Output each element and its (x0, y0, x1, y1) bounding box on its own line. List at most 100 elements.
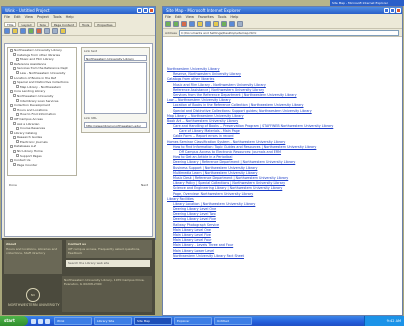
menu-view[interactable]: View (186, 14, 194, 20)
menu-tools[interactable]: Tools (218, 14, 227, 20)
close-icon[interactable] (396, 8, 401, 13)
wink-titlebar[interactable]: Wink - Untitled Project (2, 7, 155, 14)
expand-icon[interactable] (16, 112, 19, 116)
taskbar-task-button[interactable]: Untitled (214, 317, 252, 325)
frame-tree[interactable]: Northwestern University Library Catalogs … (7, 47, 77, 176)
tree-item-label: Map Library - Northwestern (20, 84, 62, 89)
expand-icon[interactable] (13, 80, 16, 84)
title-field[interactable]: Northwestern University Library (84, 55, 147, 61)
tab-size[interactable]: Size (36, 22, 49, 27)
tab-properties[interactable]: Properties (94, 22, 116, 27)
about-text[interactable]: Hours and locations, Libraries and colle… (6, 247, 60, 255)
tree-item-label: Library Catalog (14, 130, 37, 135)
expand-icon[interactable] (16, 140, 19, 144)
desktop-icon[interactable] (31, 318, 36, 324)
taskbar-task-button[interactable]: Library Site (94, 317, 132, 325)
expand-icon[interactable] (13, 122, 16, 125)
open-icon[interactable] (12, 28, 18, 34)
taskbar-task-button[interactable]: Site Map (134, 317, 172, 325)
expand-icon[interactable] (16, 57, 19, 61)
menu-file[interactable]: File (4, 14, 10, 20)
menu-edit[interactable]: Edit (14, 14, 21, 20)
status-right[interactable]: Next (141, 182, 148, 188)
notes-area[interactable] (84, 62, 147, 114)
system-tray-clock[interactable]: 9:42 AM (364, 316, 404, 326)
menu-edit[interactable]: Edit (175, 14, 182, 20)
expand-icon[interactable] (10, 103, 13, 107)
menu-tools[interactable]: Tools (53, 14, 62, 20)
print-icon[interactable] (237, 21, 243, 27)
tab-layout[interactable]: Layout (18, 22, 35, 27)
expand-icon[interactable] (16, 71, 19, 75)
taskbar-task-button[interactable]: Wink (54, 317, 92, 325)
site-search-input[interactable]: Search the Library web site (66, 260, 150, 267)
expand-icon[interactable] (10, 131, 13, 135)
browser-titlebar[interactable]: Site Map - Microsoft Internet Explorer (163, 7, 402, 14)
url-field[interactable]: http://www.library.northwestern.edu/ (84, 122, 147, 128)
minimize-icon[interactable] (384, 8, 389, 13)
url-label: Link URL (84, 116, 98, 120)
menu-help[interactable]: Help (66, 14, 74, 20)
taskbar-task-button[interactable]: Explorer (174, 317, 212, 325)
expand-icon[interactable] (13, 66, 16, 70)
expand-icon[interactable] (16, 99, 19, 103)
expand-icon[interactable] (16, 85, 19, 89)
close-icon[interactable] (149, 8, 154, 13)
new-icon[interactable] (4, 28, 10, 34)
taskbar: start Wink Library Site Site Map Explorer Un… (0, 316, 404, 326)
minimize-icon[interactable] (137, 8, 142, 13)
menu-project[interactable]: Project (37, 14, 49, 20)
forward-icon[interactable] (52, 28, 58, 34)
address-input[interactable]: C:\Documents and Settings\Desktop\sitema… (178, 29, 399, 36)
expand-icon[interactable] (13, 108, 16, 112)
expand-icon[interactable] (13, 135, 16, 139)
northwestern-logo[interactable]: NU NORTHWESTERN UNIVERSITY (8, 288, 60, 310)
menu-view[interactable]: View (25, 14, 33, 20)
expand-icon[interactable] (10, 117, 13, 121)
properties-panel: Link text Northwestern University Librar… (81, 47, 150, 133)
search-icon[interactable] (205, 21, 211, 27)
mail-icon[interactable] (229, 21, 235, 27)
expand-icon[interactable] (13, 53, 16, 57)
tab-tools[interactable]: Tools (78, 22, 93, 27)
save-icon[interactable] (20, 28, 26, 34)
stop-icon[interactable] (181, 21, 187, 27)
expand-icon[interactable] (10, 144, 13, 148)
browser-icon[interactable] (38, 318, 43, 324)
maximize-icon[interactable] (143, 8, 148, 13)
menu-file[interactable]: File (165, 14, 171, 20)
favorites-icon[interactable] (213, 21, 219, 27)
mail-icon[interactable] (45, 318, 50, 324)
contact-text[interactable]: Off campus access, Frequently asked ques… (68, 247, 150, 255)
expand-icon[interactable] (16, 126, 19, 130)
expand-icon[interactable] (16, 154, 19, 158)
tab-page-content[interactable]: Page Content (50, 22, 77, 27)
expand-icon[interactable] (10, 76, 13, 80)
sitemap-link[interactable]: Northwestern University Library Fact She… (167, 254, 399, 259)
stop-icon[interactable] (36, 28, 42, 34)
expand-icon[interactable] (10, 62, 13, 66)
maximize-icon[interactable] (390, 8, 395, 13)
back-icon[interactable] (44, 28, 50, 34)
wink-window: Wink - Untitled Project File Edit View P… (1, 6, 156, 240)
history-icon[interactable] (221, 21, 227, 27)
expand-icon[interactable] (13, 163, 16, 167)
expand-icon[interactable] (13, 149, 16, 153)
menu-favorites[interactable]: Favorites (198, 14, 214, 20)
start-button[interactable]: start (0, 316, 28, 326)
expand-icon[interactable] (13, 94, 16, 98)
menu-help[interactable]: Help (230, 14, 238, 20)
settings-icon[interactable] (60, 28, 66, 34)
play-icon[interactable] (28, 28, 34, 34)
expand-icon[interactable] (10, 158, 13, 162)
home-icon[interactable] (197, 21, 203, 27)
tree-item[interactable]: Page Counter (8, 163, 76, 168)
forward-icon[interactable] (173, 21, 179, 27)
back-icon[interactable] (165, 21, 171, 27)
tree-item-label: Northwestern University (17, 93, 54, 98)
tab-title[interactable]: Title (4, 22, 17, 27)
tree-item-label: Page Counter (17, 162, 38, 167)
expand-icon[interactable] (10, 48, 13, 52)
expand-icon[interactable] (10, 89, 13, 93)
refresh-icon[interactable] (189, 21, 195, 27)
